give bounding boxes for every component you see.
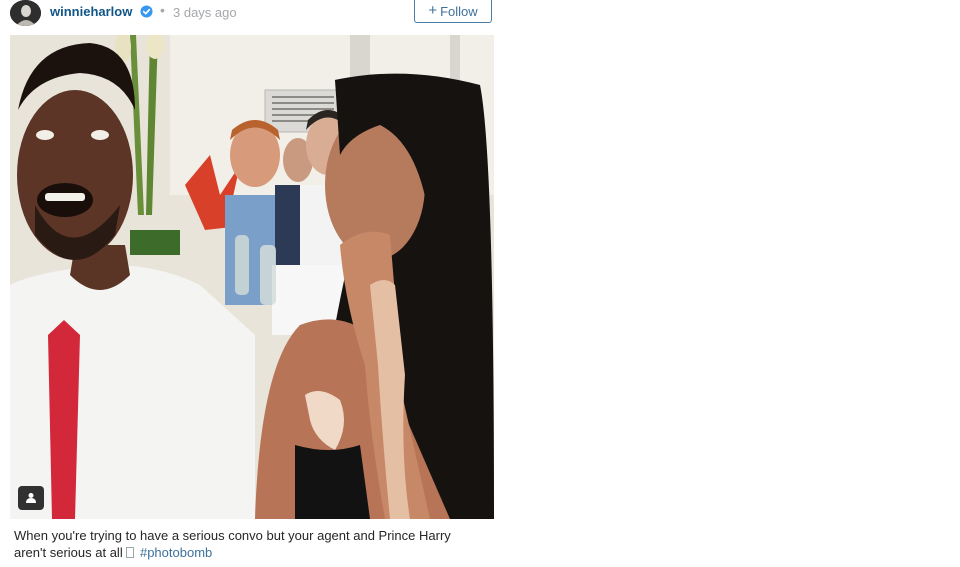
user-avatar[interactable]	[10, 0, 41, 26]
separator-dot: •	[160, 2, 165, 18]
username-link[interactable]: winnieharlow	[50, 4, 132, 19]
post-header: winnieharlow • 3 days ago + Follow	[0, 0, 504, 30]
instagram-post: winnieharlow • 3 days ago + Follow When …	[0, 0, 504, 567]
post-time[interactable]: 3 days ago	[173, 5, 237, 20]
user-tag-button[interactable]	[18, 486, 44, 510]
follow-label: Follow	[440, 3, 478, 19]
user-tag-icon	[26, 493, 36, 503]
caption-text-1: When you're trying to have a serious con…	[14, 528, 451, 543]
emoji-placeholder-icon	[126, 547, 135, 558]
post-caption: When you're trying to have a serious con…	[14, 527, 494, 561]
plus-icon: +	[428, 2, 438, 19]
follow-button[interactable]: + Follow	[414, 0, 492, 23]
post-photo[interactable]	[10, 35, 494, 519]
photo-image	[10, 35, 494, 519]
hashtag-link[interactable]: #photobomb	[140, 545, 212, 560]
caption-text-2: aren't serious at all	[14, 545, 123, 560]
verified-badge-icon	[140, 5, 153, 18]
